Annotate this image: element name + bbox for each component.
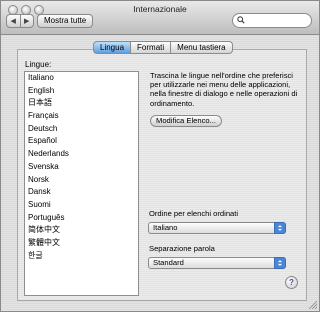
languages-list[interactable]: Italiano English 日本語 Français Deutsch Es… xyxy=(24,71,139,296)
language-item[interactable]: Deutsch xyxy=(25,123,138,136)
language-item[interactable]: English xyxy=(25,85,138,98)
language-item[interactable]: 繁體中文 xyxy=(25,237,138,250)
language-item[interactable]: Nederlands xyxy=(25,148,138,161)
back-button[interactable]: ◀ xyxy=(7,15,20,27)
tab-lingua[interactable]: Lingua xyxy=(93,41,132,54)
languages-label: Lingue: xyxy=(25,60,52,69)
language-item[interactable]: Suomi xyxy=(25,199,138,212)
tab-formati[interactable]: Formati xyxy=(131,41,172,54)
language-item[interactable]: 한글 xyxy=(25,250,138,263)
language-item[interactable]: 简体中文 xyxy=(25,224,138,237)
title-bar: Internazionale ◀ ▶ Mostra tutte xyxy=(1,1,319,35)
search-field[interactable] xyxy=(232,13,312,28)
popup-arrows-icon xyxy=(274,222,286,234)
language-item[interactable]: Norsk xyxy=(25,174,138,187)
language-item[interactable]: Français xyxy=(25,110,138,123)
sort-order-popup[interactable]: Italiano xyxy=(148,222,286,234)
search-icon xyxy=(237,16,245,24)
word-break-label: Separazione parola xyxy=(149,244,215,253)
language-item[interactable]: Italiano xyxy=(25,72,138,85)
tab-menu-tastiera[interactable]: Menu tastiera xyxy=(171,41,233,54)
back-forward-buttons: ◀ ▶ xyxy=(6,14,34,28)
sort-order-value: Italiano xyxy=(153,223,178,232)
tab-bar: Lingua Formati Menu tastiera xyxy=(93,41,233,54)
help-button[interactable]: ? xyxy=(285,276,298,289)
resize-grip-icon[interactable] xyxy=(307,299,317,309)
language-item[interactable]: Svenska xyxy=(25,161,138,174)
forward-arrow-icon: ▶ xyxy=(24,18,30,25)
instructions-text: Trascina le lingue nell'ordine che prefe… xyxy=(150,71,298,108)
back-arrow-icon: ◀ xyxy=(10,18,16,25)
preferences-window: Internazionale ◀ ▶ Mostra tutte Lingua F… xyxy=(0,0,320,312)
edit-list-button[interactable]: Modifica Elenco... xyxy=(150,115,222,127)
popup-arrows-icon xyxy=(274,257,286,269)
language-item[interactable]: Dansk xyxy=(25,186,138,199)
forward-button[interactable]: ▶ xyxy=(19,15,34,27)
language-item[interactable]: Português xyxy=(25,212,138,225)
word-break-value: Standard xyxy=(153,258,184,267)
language-item[interactable]: Español xyxy=(25,135,138,148)
show-all-button[interactable]: Mostra tutte xyxy=(37,14,94,28)
sort-order-label: Ordine per elenchi ordinati xyxy=(149,209,239,218)
language-item[interactable]: 日本語 xyxy=(25,97,138,110)
word-break-popup[interactable]: Standard xyxy=(148,257,286,269)
